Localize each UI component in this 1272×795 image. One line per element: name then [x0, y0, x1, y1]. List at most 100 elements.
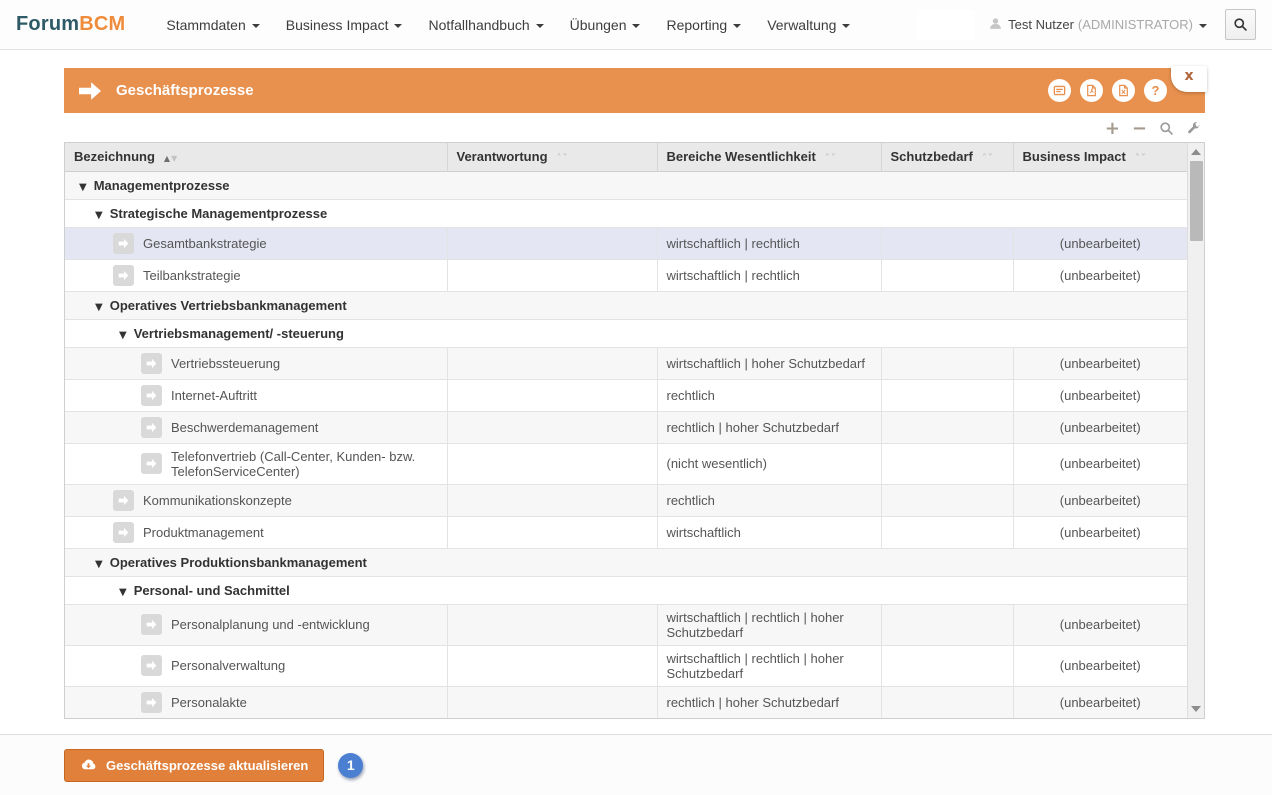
nav-item-reporting[interactable]: Reporting — [666, 17, 741, 33]
blank-field — [917, 10, 975, 40]
global-search-button[interactable] — [1225, 9, 1256, 40]
process-label: Telefonvertrieb (Call-Center, Kunden- bz… — [171, 449, 438, 479]
footer-bar: Geschäftsprozesse aktualisieren 1 — [0, 734, 1272, 795]
nav-item-verwaltung[interactable]: Verwaltung — [767, 17, 850, 33]
collapse-all-icon[interactable]: − — [1132, 122, 1147, 136]
wesentlichkeit-cell: wirtschaftlich | rechtlich | hoher Schut… — [657, 645, 881, 686]
panel-action-icons: ? — [1048, 79, 1167, 102]
process-arrow-icon[interactable] — [113, 265, 134, 286]
column-header-schutzbedarf[interactable]: Schutzbedarf˄˅ — [881, 143, 1013, 171]
collapse-icon[interactable]: ▼ — [95, 559, 103, 570]
verantwortung-cell — [447, 645, 657, 686]
table-row[interactable]: Beschwerdemanagementrechtlich | hoher Sc… — [65, 411, 1187, 443]
collapse-icon[interactable]: ▼ — [95, 302, 103, 313]
table-row[interactable]: Personalverwaltungwirtschaftlich | recht… — [65, 645, 1187, 686]
table-row[interactable]: Kommunikationskonzepterechtlich(unbearbe… — [65, 484, 1187, 516]
process-arrow-icon[interactable] — [141, 614, 162, 635]
table-row[interactable]: Vertriebssteuerungwirtschaftlich | hoher… — [65, 347, 1187, 379]
nav-item-business-impact[interactable]: Business Impact — [286, 17, 403, 33]
sort-icon[interactable]: ˄˅ — [982, 154, 994, 163]
wesentlichkeit-cell: wirtschaftlich | rechtlich — [657, 259, 881, 291]
group-label: Managementprozesse — [94, 178, 230, 193]
nav-item--bungen[interactable]: Übungen — [570, 17, 641, 33]
wesentlichkeit-cell: wirtschaftlich — [657, 516, 881, 548]
user-menu[interactable]: Test Nutzer (ADMINISTRATOR) — [989, 17, 1207, 33]
update-processes-button[interactable]: Geschäftsprozesse aktualisieren — [64, 749, 324, 782]
collapse-icon[interactable]: ▼ — [119, 330, 127, 341]
table-row[interactable]: ▼Vertriebsmanagement/ -steuerung — [65, 319, 1187, 347]
process-label: Teilbankstrategie — [143, 268, 241, 283]
group-cell: ▼Vertriebsmanagement/ -steuerung — [65, 319, 1187, 347]
process-arrow-icon[interactable] — [141, 385, 162, 406]
vertical-scrollbar[interactable] — [1187, 143, 1204, 718]
process-arrow-icon[interactable] — [141, 353, 162, 374]
process-arrow-icon[interactable] — [141, 692, 162, 713]
table-row[interactable]: Telefonvertrieb (Call-Center, Kunden- bz… — [65, 443, 1187, 484]
details-card-icon[interactable] — [1048, 79, 1071, 102]
process-arrow-icon[interactable] — [113, 490, 134, 511]
nav-item-notfallhandbuch[interactable]: Notfallhandbuch — [428, 17, 543, 33]
process-arrow-icon[interactable] — [141, 417, 162, 438]
sort-asc-icon[interactable]: ▲▼ — [164, 154, 178, 163]
process-arrow-icon[interactable] — [113, 233, 134, 254]
schutzbedarf-cell — [881, 227, 1013, 259]
collapse-icon[interactable]: ▼ — [79, 182, 87, 193]
table-row[interactable]: Teilbankstrategie wirtschaftlich | rechtl… — [65, 259, 1187, 291]
table-row[interactable]: ▼ Managementprozesse — [65, 171, 1187, 199]
process-arrow-icon[interactable] — [141, 453, 162, 474]
panel-header: Geschäftsprozesse ? x — [64, 68, 1205, 113]
table-row[interactable]: Gesamtbankstrategiewirtschaftlich | rech… — [65, 227, 1187, 259]
process-name-cell: Personalplanung und -entwicklung — [65, 604, 447, 645]
excel-export-icon[interactable] — [1112, 79, 1135, 102]
collapse-icon[interactable]: ▼ — [95, 210, 103, 221]
group-cell: ▼Personal- und Sachmittel — [65, 576, 1187, 604]
sort-icon[interactable]: ˄˅ — [825, 154, 837, 163]
table-row[interactable]: Personalakterechtlich | hoher Schutzbeda… — [65, 686, 1187, 718]
table-row[interactable]: ▼Strategische Managementprozesse — [65, 199, 1187, 227]
table-row[interactable]: Personalplanung und -entwicklungwirtscha… — [65, 604, 1187, 645]
sort-icon[interactable]: ˄˅ — [1135, 154, 1147, 163]
scroll-down-icon[interactable] — [1191, 706, 1201, 712]
wesentlichkeit-cell: rechtlich — [657, 484, 881, 516]
top-navbar: ForumBCM Stammdaten Business Impact Notfal… — [0, 0, 1272, 50]
schutzbedarf-cell — [881, 379, 1013, 411]
sort-icon[interactable]: ˄˅ — [557, 154, 569, 163]
app-logo[interactable]: ForumBCM — [16, 13, 125, 36]
column-header-verantwortung[interactable]: Verantwortung˄˅ — [447, 143, 657, 171]
pdf-export-icon[interactable] — [1080, 79, 1103, 102]
help-icon[interactable]: ? — [1144, 79, 1167, 102]
table-search-icon[interactable] — [1159, 121, 1174, 136]
column-header-bereiche-wesentlichkeit[interactable]: Bereiche Wesentlichkeit ˄˅ — [657, 143, 881, 171]
business-impact-cell: (unbearbeitet) — [1013, 686, 1187, 718]
nav-item-stammdaten[interactable]: Stammdaten — [166, 17, 259, 33]
collapse-icon[interactable]: ▼ — [119, 587, 127, 598]
chevron-down-icon — [632, 24, 640, 28]
schutzbedarf-cell — [881, 645, 1013, 686]
business-impact-cell: (unbearbeitet) — [1013, 516, 1187, 548]
column-header-bezeichnung[interactable]: Bezeichnung▲▼ — [65, 143, 447, 171]
table-row[interactable]: Produktmanagementwirtschaftlich(unbearbe… — [65, 516, 1187, 548]
expand-all-icon[interactable]: + — [1105, 122, 1120, 136]
schutzbedarf-cell — [881, 484, 1013, 516]
annotation-badge-1: 1 — [338, 753, 363, 778]
table-row[interactable]: Internet-Auftrittrechtlich(unbearbeitet) — [65, 379, 1187, 411]
table-settings-wrench-icon[interactable] — [1186, 121, 1201, 136]
close-panel-button[interactable]: x — [1171, 66, 1207, 92]
table-row[interactable]: ▼Personal- und Sachmittel — [65, 576, 1187, 604]
table-row[interactable]: ▼Operatives Vertriebsbankmanagement — [65, 291, 1187, 319]
column-header-business-impact[interactable]: Business Impact˄˅ — [1013, 143, 1187, 171]
scrollbar-thumb[interactable] — [1190, 161, 1203, 241]
chevron-down-icon — [394, 24, 402, 28]
table-row[interactable]: ▼Operatives Produktionsbankmanagement — [65, 548, 1187, 576]
chevron-down-icon — [252, 24, 260, 28]
update-button-label: Geschäftsprozesse aktualisieren — [106, 758, 308, 773]
verantwortung-cell — [447, 259, 657, 291]
scroll-up-icon[interactable] — [1191, 149, 1201, 155]
process-name-cell: Telefonvertrieb (Call-Center, Kunden- bz… — [65, 443, 447, 484]
verantwortung-cell — [447, 379, 657, 411]
process-arrow-icon[interactable] — [141, 655, 162, 676]
process-arrow-icon[interactable] — [113, 522, 134, 543]
process-name-cell: Teilbankstrategie — [65, 259, 447, 291]
column-label: Bereiche Wesentlichkeit — [667, 149, 816, 164]
schutzbedarf-cell — [881, 259, 1013, 291]
